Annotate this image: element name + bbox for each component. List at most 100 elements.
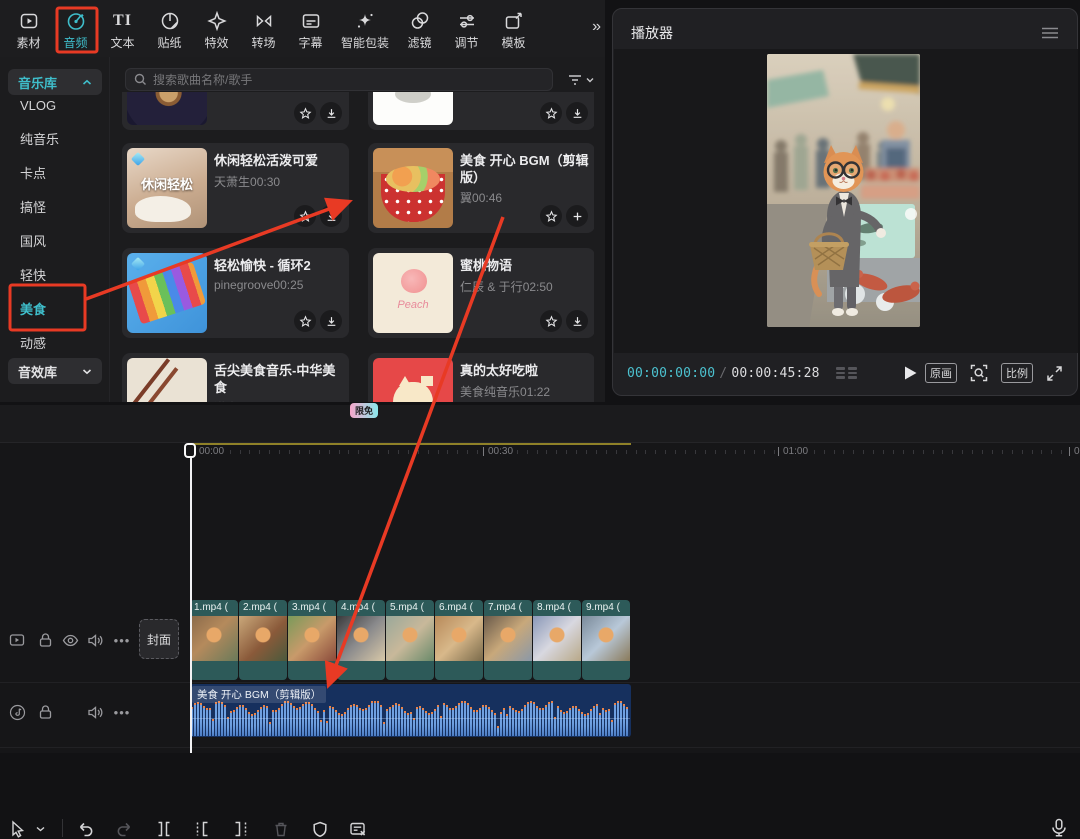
toolbar-item-adjust[interactable]: 调节 — [443, 7, 490, 51]
ruler-minor-tick — [725, 450, 726, 454]
sidebar-category[interactable]: 轻快 — [0, 259, 110, 293]
download-button[interactable] — [566, 102, 588, 124]
favorite-button[interactable] — [294, 310, 316, 332]
download-button[interactable] — [320, 205, 342, 227]
sidebar-category[interactable]: VLOG — [0, 89, 110, 123]
music-card[interactable]: 真的太好吃啦美食纯音乐01:22 — [368, 353, 594, 402]
favorite-button[interactable] — [540, 205, 562, 227]
timeline-clip[interactable]: 7.mp4 ( — [484, 600, 532, 680]
ruler-minor-tick — [626, 450, 627, 454]
toolbar-item-sticker[interactable]: 贴纸 — [146, 7, 193, 51]
toolbar-item-templates[interactable]: 模板 — [490, 7, 537, 51]
ruler-minor-tick — [309, 450, 310, 454]
text-erase-icon[interactable] — [348, 819, 368, 839]
add-to-track-button[interactable] — [566, 205, 588, 227]
favorite-button[interactable] — [540, 102, 562, 124]
ruler-minor-tick — [269, 450, 270, 454]
timeline-clip[interactable]: 5.mp4 ( — [386, 600, 434, 680]
split-icon[interactable] — [154, 819, 174, 839]
toolbar-item-transition[interactable]: 转场 — [240, 7, 287, 51]
redo-icon[interactable] — [114, 819, 134, 839]
music-card[interactable] — [122, 92, 349, 130]
download-button[interactable] — [320, 102, 342, 124]
delete-icon[interactable] — [271, 819, 291, 839]
effects-star-icon — [206, 10, 228, 32]
preview-quality-icon[interactable] — [836, 367, 857, 379]
video-track-more-icon[interactable]: ••• — [113, 631, 131, 649]
toolbar-item-smart-pack[interactable]: 智能包装 — [334, 7, 396, 51]
timeline-clip[interactable]: 3.mp4 ( — [288, 600, 336, 680]
split-keep-left-icon[interactable] — [231, 819, 251, 839]
ruler-minor-tick — [477, 450, 478, 454]
preview-focus-icon[interactable] — [970, 364, 988, 382]
toolbar-expand-chevrons[interactable]: » — [592, 18, 599, 36]
toolbar-item-filters[interactable]: 滤镜 — [396, 7, 443, 51]
ratio-button[interactable]: 比例 — [1001, 363, 1033, 383]
cover-button[interactable]: 封面 — [139, 619, 179, 659]
ruler-minor-tick — [259, 450, 260, 454]
original-quality-button[interactable]: 原画 — [925, 363, 957, 383]
transition-icon — [253, 10, 275, 32]
music-card-thumbnail: Peach — [373, 253, 453, 333]
search-input[interactable] — [153, 73, 544, 87]
music-card-thumbnail — [373, 358, 453, 402]
toolbar-item-media[interactable]: 素材 — [5, 7, 52, 51]
timeline-clip[interactable]: 1.mp4 ( — [190, 600, 238, 680]
music-card[interactable]: 休闲轻松休闲轻松活泼可爱天萧生00:30 — [122, 143, 349, 233]
toolbar-item-audio[interactable]: 音频 — [52, 7, 99, 51]
toolbar-item-effects[interactable]: 特效 — [193, 7, 240, 51]
video-track-visibility-icon[interactable] — [61, 631, 79, 649]
microphone-icon[interactable] — [1050, 818, 1068, 838]
sidebar-category[interactable]: 动感 — [0, 327, 110, 361]
music-card[interactable]: 美食 开心 BGM（剪辑版）翼00:46 — [368, 143, 594, 233]
ruler-minor-tick — [645, 450, 646, 454]
sidebar-category[interactable]: 美食 — [0, 293, 110, 327]
music-card[interactable]: 舌尖美食音乐-中华美食洪尘01:41 — [122, 353, 349, 402]
fullscreen-icon[interactable] — [1046, 365, 1063, 382]
music-card[interactable]: Peach蜜桃物语仁辰 & 于行02:50 — [368, 248, 594, 338]
sidebar-category[interactable]: 国风 — [0, 225, 110, 259]
music-card[interactable]: 轻松愉快 - 循环2pinegroove00:25 — [122, 248, 349, 338]
favorite-button[interactable] — [294, 205, 316, 227]
ruler-minor-tick — [1032, 450, 1033, 454]
ruler-minor-tick — [873, 450, 874, 454]
sound-effects-header[interactable]: 音效库 — [8, 358, 102, 384]
download-button[interactable] — [566, 310, 588, 332]
music-card[interactable] — [368, 92, 594, 130]
mask-shield-icon[interactable] — [310, 819, 330, 839]
audio-clip[interactable]: 美食 开心 BGM（剪辑版） — [190, 684, 631, 737]
playhead-handle[interactable] — [184, 443, 196, 458]
play-button[interactable] — [903, 365, 918, 381]
timeline-clip[interactable]: 4.mp4 ( — [337, 600, 385, 680]
audio-track-more-icon[interactable]: ••• — [113, 703, 131, 721]
split-keep-right-icon[interactable] — [192, 819, 212, 839]
timeline-clip[interactable]: 2.mp4 ( — [239, 600, 287, 680]
ruler-minor-tick — [913, 450, 914, 454]
ruler-time-label: 00:30 — [480, 446, 516, 457]
select-tool-icon[interactable] — [8, 819, 28, 839]
sidebar-category[interactable]: 卡点 — [0, 157, 110, 191]
player-menu-icon[interactable] — [1041, 27, 1059, 39]
sidebar-category[interactable]: 搞怪 — [0, 191, 110, 225]
timeline-clip[interactable]: 9.mp4 ( — [582, 600, 630, 680]
toolbar-item-text[interactable]: TI 文本 — [99, 7, 146, 51]
filter-button[interactable] — [558, 67, 602, 92]
filters-icon — [409, 10, 431, 32]
audio-track-mute-icon[interactable] — [86, 703, 104, 721]
download-button[interactable] — [320, 310, 342, 332]
music-card-thumbnail — [127, 92, 207, 125]
audio-track-lock-icon[interactable] — [36, 703, 54, 721]
favorite-button[interactable] — [294, 102, 316, 124]
music-card-thumbnail — [127, 253, 207, 333]
video-track-mute-icon[interactable] — [86, 631, 104, 649]
toolbar-item-captions[interactable]: 字幕 — [287, 7, 334, 51]
video-track-lock-icon[interactable] — [36, 631, 54, 649]
ruler-minor-tick — [249, 450, 250, 454]
select-tool-chevron[interactable] — [33, 819, 47, 839]
favorite-button[interactable] — [540, 310, 562, 332]
sidebar-category[interactable]: 纯音乐 — [0, 123, 110, 157]
undo-icon[interactable] — [76, 819, 96, 839]
music-search-box[interactable] — [125, 68, 553, 91]
timeline-clip[interactable]: 6.mp4 ( — [435, 600, 483, 680]
timeline-clip[interactable]: 8.mp4 ( — [533, 600, 581, 680]
